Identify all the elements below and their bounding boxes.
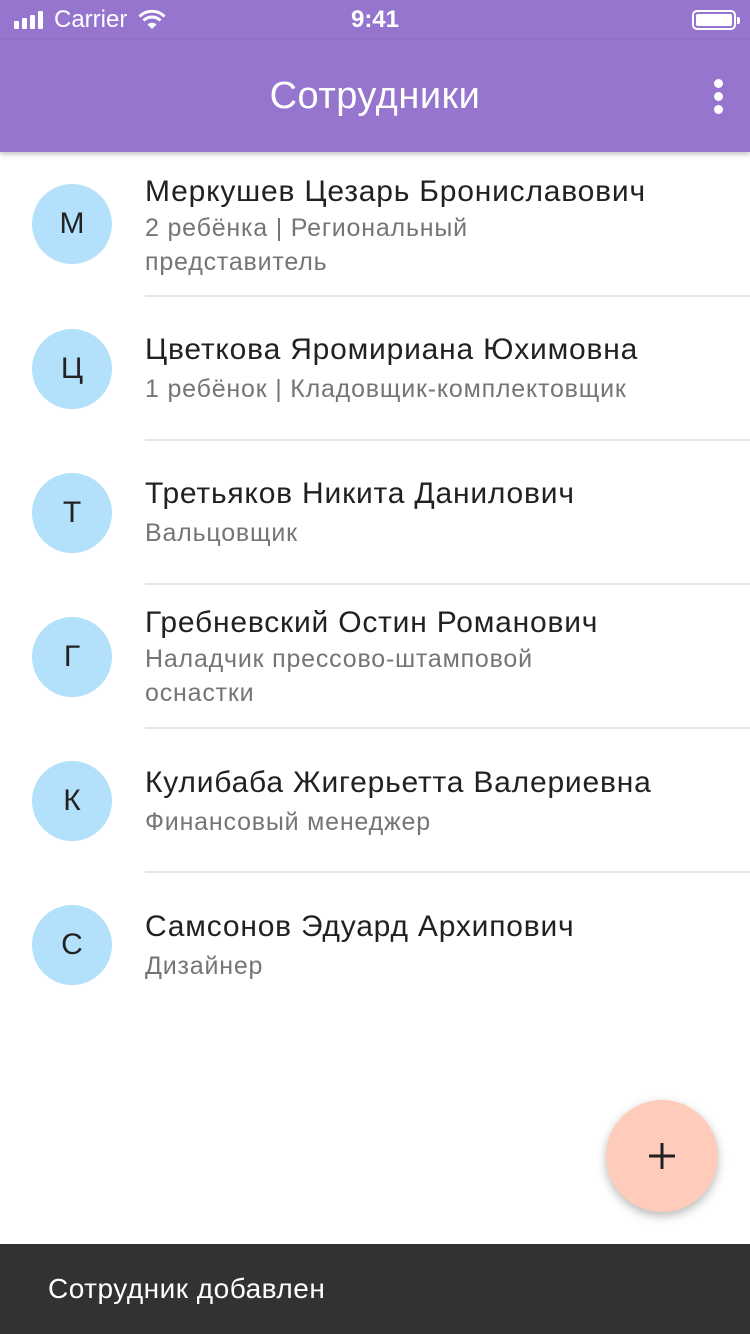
avatar: Т: [32, 473, 112, 553]
employee-subtitle: Вальцовщик: [145, 519, 298, 547]
list-item-text: Гребневский Остин Романович Наладчик пре…: [145, 605, 726, 710]
employee-name: Цветкова Яромириана Юхимовна: [145, 333, 639, 366]
snackbar: Сотрудник добавлен: [0, 1244, 750, 1334]
app-bar: Сотрудники: [0, 40, 750, 152]
employee-subtitle: Финансовый менеджер: [145, 808, 431, 836]
avatar: Г: [32, 617, 112, 697]
list-item[interactable]: Ц Цветкова Яромириана Юхимовна 1 ребёнок…: [0, 297, 750, 441]
avatar: Ц: [32, 329, 112, 409]
battery-level: [696, 14, 732, 26]
employee-name: Меркушев Цезарь Брониславович: [145, 175, 646, 208]
more-vert-icon[interactable]: [706, 70, 730, 122]
list-item[interactable]: Г Гребневский Остин Романович Наладчик п…: [0, 585, 750, 729]
add-employee-button[interactable]: [606, 1100, 718, 1212]
employee-list: М Меркушев Цезарь Брониславович 2 ребёнк…: [0, 152, 750, 1017]
employee-name: Гребневский Остин Романович: [145, 606, 599, 639]
page-title: Сотрудники: [269, 75, 481, 117]
employee-name: Третьяков Никита Данилович: [145, 477, 575, 510]
status-time: 9:41: [350, 6, 400, 33]
employee-subtitle: 2 ребёнка | Региональный представитель: [145, 214, 468, 276]
list-item[interactable]: М Меркушев Цезарь Брониславович 2 ребёнк…: [0, 152, 750, 297]
employee-name: Самсонов Эдуард Архипович: [145, 910, 575, 943]
list-item-text: Цветкова Яромириана Юхимовна 1 ребёнок |…: [145, 332, 726, 406]
snackbar-message: Сотрудник добавлен: [48, 1273, 326, 1304]
list-item-text: Меркушев Цезарь Брониславович 2 ребёнка …: [145, 174, 726, 279]
employee-subtitle: Наладчик прессово-штамповой оснастки: [145, 645, 533, 707]
list-item[interactable]: С Самсонов Эдуард Архипович Дизайнер: [0, 873, 750, 1017]
avatar: С: [32, 905, 112, 985]
employee-subtitle: Дизайнер: [145, 952, 264, 980]
status-bar: Carrier 9:41: [0, 0, 750, 40]
list-item-text: Кулибаба Жигерьетта Валериевна Финансовы…: [145, 765, 726, 839]
list-item-text: Третьяков Никита Данилович Вальцовщик: [145, 476, 726, 550]
list-item[interactable]: Т Третьяков Никита Данилович Вальцовщик: [0, 441, 750, 585]
plus-icon: [649, 1143, 675, 1169]
list-item-text: Самсонов Эдуард Архипович Дизайнер: [145, 909, 726, 983]
battery-cap: [737, 17, 740, 24]
employee-name: Кулибаба Жигерьетта Валериевна: [145, 766, 652, 799]
employees-screen: Carrier 9:41 Сотрудники М Меркушев Цезар…: [0, 0, 750, 1334]
avatar: М: [32, 184, 112, 264]
employee-subtitle: 1 ребёнок | Кладовщик-комплектовщик: [145, 375, 627, 403]
battery-icon: [692, 10, 740, 30]
list-item[interactable]: К Кулибаба Жигерьетта Валериевна Финансо…: [0, 729, 750, 873]
avatar: К: [32, 761, 112, 841]
